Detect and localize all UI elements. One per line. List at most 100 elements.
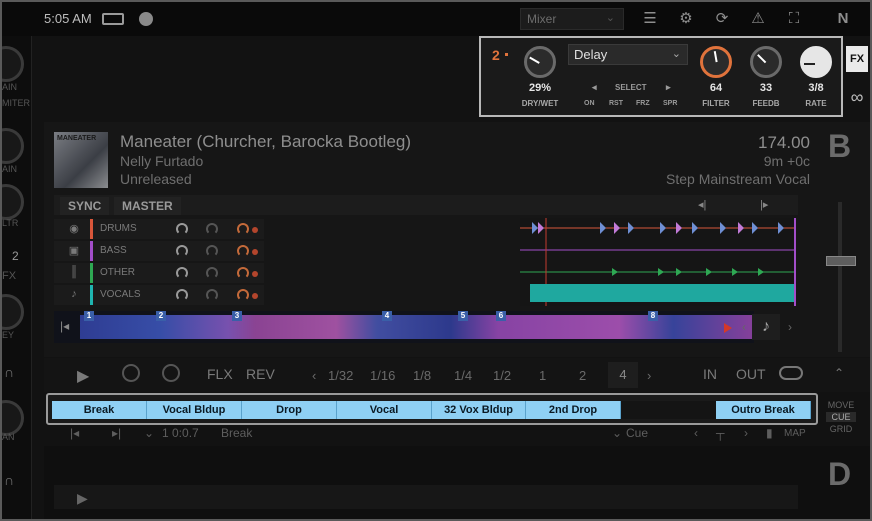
beat-marker[interactable]: 4	[382, 311, 392, 321]
list-icon[interactable]: ☰	[640, 9, 660, 29]
flux-button[interactable]: FLX	[207, 366, 233, 382]
stem-fx-knob[interactable]	[237, 267, 249, 279]
next-beat-icon[interactable]: |▸	[760, 198, 768, 211]
music-note-icon[interactable]: ♪	[752, 314, 780, 340]
loop-size[interactable]: 1/16	[370, 368, 395, 383]
gear-icon[interactable]: ⚙	[676, 9, 696, 29]
beat-marker[interactable]: 3	[232, 311, 242, 321]
loop-prev-icon[interactable]: ‹	[312, 368, 316, 383]
loop-in-button[interactable]: IN	[703, 366, 717, 382]
fx-freeze-button[interactable]: FRZ	[636, 100, 650, 107]
fx-tab[interactable]: FX	[846, 46, 868, 72]
grid-mode-button[interactable]: GRID	[822, 424, 860, 434]
hotcue-2[interactable]: Vocal Bldup	[147, 401, 242, 419]
fullscreen-icon[interactable]: ⛶	[784, 9, 804, 29]
hotcue-7[interactable]	[621, 401, 716, 419]
feedback-knob[interactable]	[750, 46, 782, 78]
stem-waveform[interactable]	[520, 218, 796, 306]
fx-spread-button[interactable]: SPR	[663, 100, 677, 107]
beat-marker[interactable]: 1	[84, 311, 94, 321]
play-icon[interactable]: ▶	[77, 490, 88, 507]
master-button[interactable]: MASTER	[114, 197, 181, 215]
stem-filter-knob[interactable]	[206, 267, 218, 279]
beat-marker[interactable]: 2	[156, 311, 166, 321]
cue-record-icon[interactable]	[122, 364, 140, 382]
reverse-button[interactable]: REV	[246, 366, 275, 382]
fx-next-icon[interactable]: ▸	[666, 82, 671, 93]
cue-type[interactable]: Cue	[626, 426, 648, 440]
jump-forward-icon[interactable]: ▸|	[112, 426, 121, 440]
stem-volume-knob[interactable]	[176, 223, 188, 235]
loop-size[interactable]: 1	[539, 368, 546, 383]
loop-icon[interactable]	[779, 366, 803, 380]
record-icon[interactable]	[139, 12, 153, 26]
stem-row[interactable]: ▣ BASS	[54, 241, 264, 261]
hotcue-6[interactable]: 2nd Drop	[526, 401, 621, 419]
cue-prev-icon[interactable]: ‹	[694, 426, 698, 440]
left-arrow-icon[interactable]: ‹	[742, 320, 746, 334]
loop-size[interactable]: 2	[579, 368, 586, 383]
stem-fx-knob[interactable]	[237, 289, 249, 301]
notice-icon[interactable]: ⚠	[748, 9, 768, 29]
hotcue-5[interactable]: 32 Vox Bldup	[432, 401, 526, 419]
fx-reset-button[interactable]: RST	[609, 100, 623, 107]
prev-beat-icon[interactable]: ◂|	[698, 198, 706, 211]
loop-size-selected[interactable]: 4	[608, 362, 638, 388]
stem-fx-knob[interactable]	[237, 245, 249, 257]
cue-mode-button[interactable]: CUE	[826, 412, 856, 422]
fx-chain-icon[interactable]: ∞	[846, 82, 868, 112]
move-label[interactable]: MOVE	[822, 400, 860, 410]
loop-size[interactable]: 1/32	[328, 368, 353, 383]
headphone-icon[interactable]: ∩	[4, 472, 14, 488]
fx-prev-icon[interactable]: ◂	[592, 82, 597, 93]
stem-filter-knob[interactable]	[206, 289, 218, 301]
fx-on-button[interactable]: ON	[584, 100, 595, 107]
hotcue-4[interactable]: Vocal	[337, 401, 432, 419]
hotcue-3[interactable]: Drop	[242, 401, 337, 419]
stem-row[interactable]: ║ OTHER	[54, 263, 264, 283]
deck-letter-b[interactable]: B	[828, 128, 851, 165]
stem-filter-knob[interactable]	[206, 245, 218, 257]
mixer-dropdown[interactable]: Mixer ⌄	[520, 8, 624, 30]
loop-size[interactable]: 1/8	[413, 368, 431, 383]
loop-size[interactable]: 1/4	[454, 368, 472, 383]
right-arrow-icon[interactable]: ›	[788, 320, 792, 334]
stem-fx-knob[interactable]	[237, 223, 249, 235]
stem-row[interactable]: ♪ VOCALS	[54, 285, 264, 305]
trash-icon[interactable]: ▮	[766, 426, 773, 440]
stem-volume-knob[interactable]	[176, 289, 188, 301]
rate-knob[interactable]	[800, 46, 832, 78]
cue-name[interactable]: Break	[221, 426, 252, 440]
hotcue-1[interactable]: Break	[52, 401, 147, 419]
beat-marker[interactable]: 8	[648, 311, 658, 321]
filter-knob[interactable]	[700, 46, 732, 78]
jump-back-icon[interactable]: |◂	[70, 426, 79, 440]
vinyl-icon[interactable]	[162, 364, 180, 382]
beat-marker[interactable]: 6	[496, 311, 506, 321]
dry-wet-knob[interactable]	[524, 46, 556, 78]
stem-row[interactable]: ◉ DRUMS	[54, 219, 264, 239]
fx-select-dropdown[interactable]: Delay ⌄	[568, 44, 688, 65]
map-button[interactable]: MAP	[784, 428, 806, 439]
beat-marker[interactable]: 5	[458, 311, 468, 321]
stem-volume-knob[interactable]	[176, 267, 188, 279]
cue-type-chevron-icon[interactable]: ⌄	[612, 426, 622, 440]
hotcue-8[interactable]: Outro Break	[716, 401, 811, 419]
play-icon[interactable]: ▶	[77, 366, 89, 386]
tempo-fader[interactable]	[826, 202, 856, 352]
loop-back-icon[interactable]: |◂	[60, 319, 69, 333]
loop-out-button[interactable]: OUT	[736, 366, 766, 382]
loop-size[interactable]: 1/2	[493, 368, 511, 383]
cue-next-icon[interactable]: ›	[744, 426, 748, 440]
cue-pin-icon[interactable]: ┬	[716, 426, 725, 440]
sync-button[interactable]: SYNC	[60, 197, 110, 215]
stem-volume-knob[interactable]	[176, 245, 188, 257]
stem-filter-knob[interactable]	[206, 223, 218, 235]
track-overview[interactable]: |◂ 1 2 3 4 5 6 8	[54, 311, 754, 343]
deck-letter-d[interactable]: D	[828, 456, 851, 493]
loop-next-icon[interactable]: ›	[647, 368, 651, 383]
cue-expand-icon[interactable]: ⌄	[144, 426, 154, 440]
headphone-icon[interactable]: ∩	[4, 364, 14, 380]
collapse-up-icon[interactable]: ⌃	[834, 366, 844, 380]
link-icon[interactable]: ⟳	[712, 9, 732, 29]
